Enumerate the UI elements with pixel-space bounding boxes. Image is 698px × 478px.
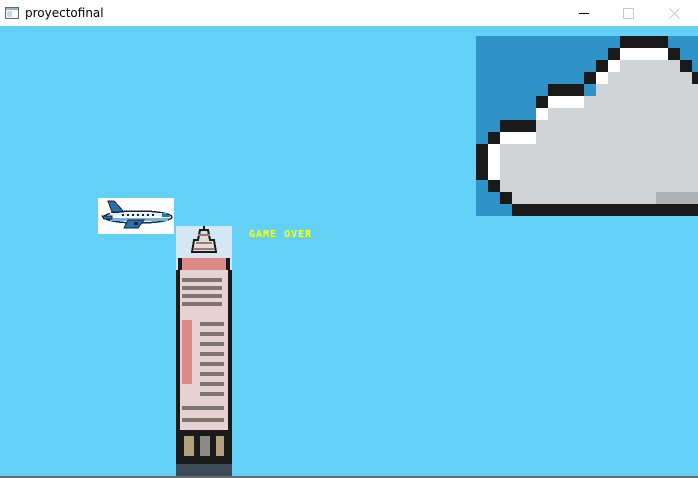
skyscraper-sprite	[176, 226, 232, 476]
maximize-button[interactable]	[606, 0, 652, 26]
maximize-icon	[623, 8, 634, 19]
minimize-icon	[579, 13, 589, 14]
cloud-sprite	[476, 36, 698, 216]
close-icon	[669, 8, 680, 19]
game-canvas[interactable]: GAME OVER	[0, 26, 698, 476]
window-title: proyectofinal	[25, 6, 104, 20]
game-over-text: GAME OVER	[249, 229, 313, 240]
minimize-button[interactable]	[562, 0, 608, 26]
app-window-icon	[5, 7, 19, 19]
app-window: proyectofinal GAME OVER	[0, 0, 698, 478]
airplane-sprite	[98, 198, 174, 234]
title-bar[interactable]: proyectofinal	[0, 0, 698, 26]
close-button[interactable]	[652, 0, 698, 26]
